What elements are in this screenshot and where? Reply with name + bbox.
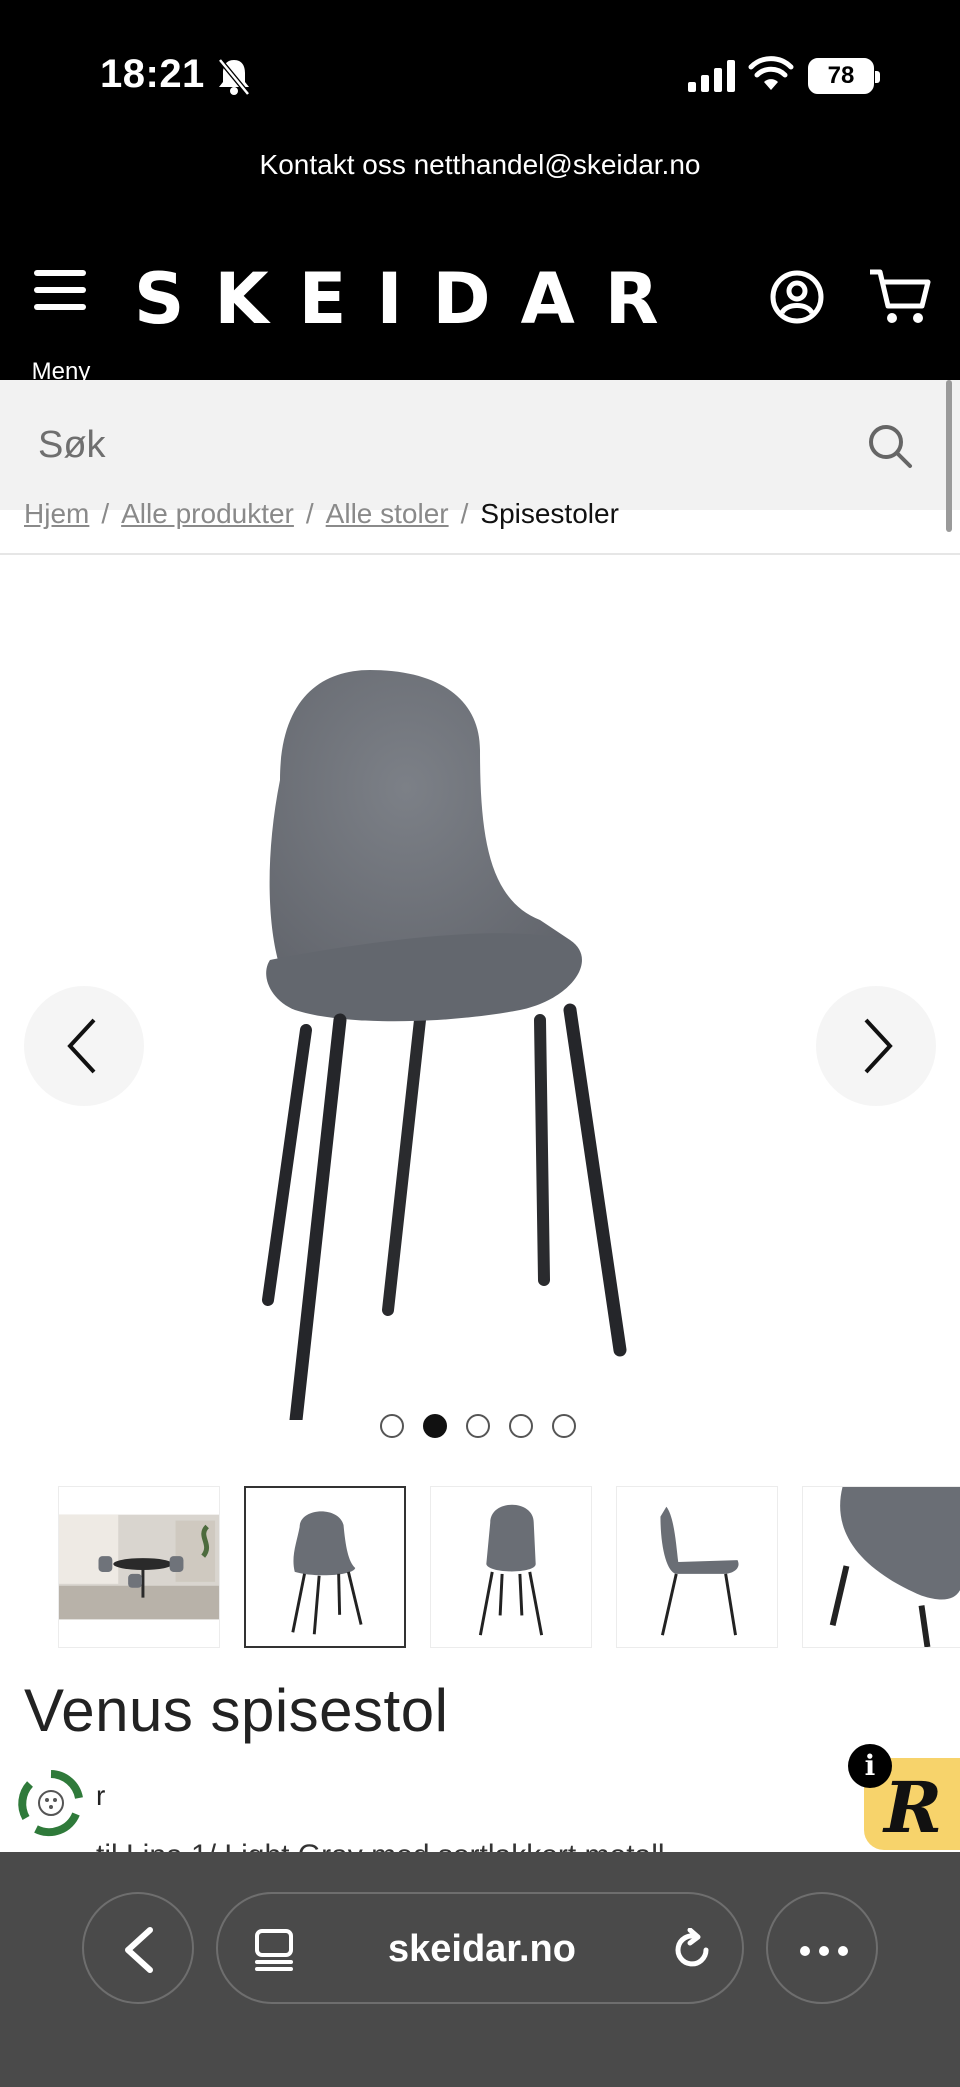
cart-icon[interactable] [868, 266, 932, 326]
breadcrumb-separator: / [101, 498, 110, 529]
url-text: skeidar.no [388, 1928, 576, 1970]
thumbnail-side[interactable] [616, 1486, 778, 1648]
divider [0, 553, 960, 555]
recycle-icon[interactable] [16, 1768, 86, 1838]
product-gallery [0, 560, 960, 1440]
menu-icon [28, 270, 94, 310]
browser-more-button[interactable] [766, 1892, 878, 2004]
status-time: 18:21 [100, 52, 205, 96]
search-icon[interactable] [866, 422, 914, 470]
thumbnail-detail[interactable] [802, 1486, 960, 1648]
browser-toolbar: skeidar.no [0, 1852, 960, 2087]
product-image[interactable] [240, 660, 720, 1420]
chevron-right-icon [864, 1018, 893, 1074]
gallery-dot[interactable] [552, 1414, 576, 1438]
breadcrumb-separator: / [460, 498, 469, 529]
site-header: Meny SKEIDAR [0, 240, 960, 385]
thumbnail-strip [58, 1486, 960, 1650]
account-icon[interactable] [770, 270, 824, 324]
breadcrumb-home[interactable]: Hjem [24, 498, 89, 529]
browser-back-button[interactable] [82, 1892, 194, 2004]
signal-icon [688, 60, 735, 92]
breadcrumb-all-chairs[interactable]: Alle stoler [326, 498, 449, 529]
info-icon[interactable]: i [848, 1744, 892, 1788]
breadcrumb-separator: / [305, 498, 314, 529]
thumbnail-straight[interactable] [430, 1486, 592, 1648]
reload-icon[interactable] [670, 1928, 714, 1972]
gallery-dot-active[interactable] [423, 1414, 447, 1438]
bell-off-icon [218, 58, 250, 96]
gallery-dot[interactable] [466, 1414, 490, 1438]
search-input[interactable] [0, 380, 860, 510]
thumbnail-room[interactable] [58, 1486, 220, 1648]
breadcrumb-current: Spisestoler [480, 498, 619, 529]
address-bar[interactable]: skeidar.no [216, 1892, 744, 2004]
page-scrollbar[interactable] [946, 380, 952, 532]
site-logo[interactable]: SKEIDAR [134, 258, 689, 340]
battery-icon: 78 [808, 58, 880, 94]
gallery-next-button[interactable] [816, 986, 936, 1106]
gallery-dots [380, 1414, 595, 1440]
reviews-logo: R [884, 1766, 943, 1849]
wifi-icon [748, 56, 794, 90]
contact-text[interactable]: Kontakt oss netthandel@skeidar.no [260, 149, 701, 180]
contact-bar: Kontakt oss netthandel@skeidar.no [0, 140, 960, 240]
product-subtitle-partial: r [96, 1780, 106, 1811]
breadcrumb-all-products[interactable]: Alle produkter [121, 498, 294, 529]
menu-button[interactable]: Meny [28, 270, 94, 385]
chevron-left-icon [67, 1018, 96, 1074]
chevron-left-icon [125, 1927, 153, 1973]
product-title: Venus spisestol [24, 1677, 449, 1744]
gallery-dot[interactable] [380, 1414, 404, 1438]
breadcrumb: Hjem / Alle produkter / Alle stoler / Spisesto… [24, 498, 619, 538]
search-bar [0, 380, 960, 510]
status-bar: 18:21 78 [0, 0, 960, 140]
thumbnail-front[interactable] [244, 1486, 406, 1648]
gallery-dot[interactable] [509, 1414, 533, 1438]
gallery-prev-button[interactable] [24, 986, 144, 1106]
